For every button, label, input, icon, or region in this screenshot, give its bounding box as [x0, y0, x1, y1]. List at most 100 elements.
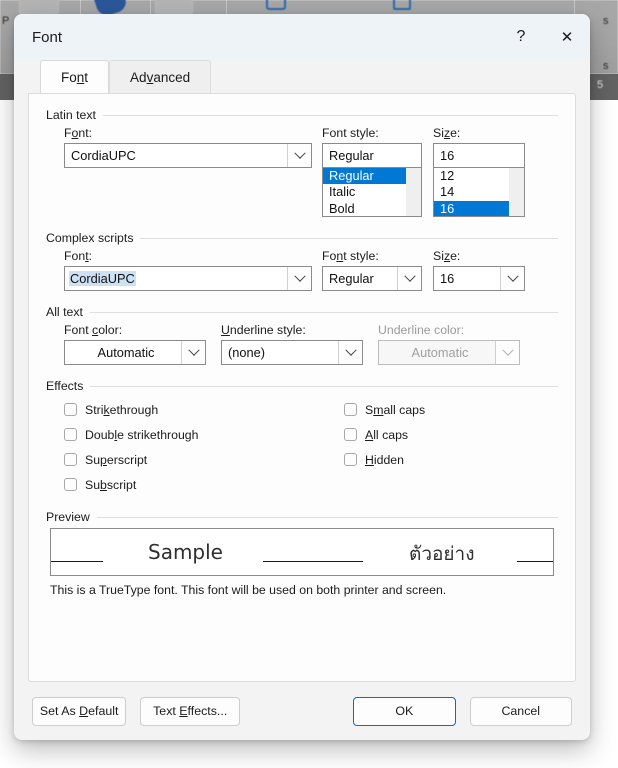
preview-latin-sample: Sample — [148, 540, 223, 564]
latin-size-input[interactable]: 16 — [433, 143, 525, 168]
ribbon-text: s — [603, 60, 609, 72]
group-latin-text: Latin text Font: CordiaUPC Font style: R… — [46, 108, 558, 217]
checkbox-strikethrough-label: Strikethrough — [85, 402, 159, 417]
list-item[interactable]: Italic — [323, 184, 406, 200]
preview-rule — [517, 561, 553, 562]
group-divider — [140, 237, 558, 239]
latin-size-label: Size: — [433, 126, 461, 140]
cs-font-combobox[interactable]: CordiaUPC — [64, 266, 312, 291]
checkbox-icon[interactable] — [64, 403, 77, 416]
font-color-combobox[interactable]: Automatic — [64, 340, 206, 365]
group-all-text: All text Font color: Automatic Underline… — [46, 305, 558, 365]
checkbox-icon[interactable] — [344, 453, 357, 466]
chevron-down-icon[interactable] — [338, 341, 362, 364]
list-item[interactable]: 16 — [434, 200, 509, 216]
titlebar-buttons: ? ✕ — [498, 14, 590, 60]
checkbox-subscript[interactable]: Subscript — [64, 472, 344, 497]
cs-font-value: CordiaUPC — [69, 271, 136, 286]
latin-font-combobox[interactable]: CordiaUPC — [64, 143, 312, 168]
underline-style-label: Underline style: — [221, 323, 306, 337]
checkbox-strikethrough[interactable]: Strikethrough — [64, 397, 344, 422]
chevron-down-icon[interactable] — [287, 267, 311, 290]
cancel-button[interactable]: Cancel — [469, 696, 572, 726]
group-divider — [89, 311, 558, 313]
latin-fontstyle-listbox[interactable]: Regular Italic Bold — [322, 168, 422, 217]
checkbox-icon[interactable] — [64, 478, 77, 491]
list-item[interactable]: Regular — [323, 168, 406, 185]
group-complex-scripts-title: Complex scripts — [46, 231, 134, 245]
checkbox-hidden[interactable]: Hidden — [344, 447, 544, 472]
dialog-footer: Set As Default Text Effects... OK Cancel — [14, 682, 590, 740]
dialog-title: Font — [32, 28, 63, 46]
list-item[interactable]: 12 — [434, 168, 509, 184]
cs-fontstyle-label: Font style: — [322, 249, 379, 263]
cs-fontstyle-combobox[interactable]: Regular — [322, 266, 422, 291]
close-icon[interactable]: ✕ — [544, 14, 590, 60]
underline-color-value: Automatic — [411, 345, 469, 360]
chevron-down-icon[interactable] — [397, 267, 421, 290]
group-preview-title: Preview — [46, 510, 90, 524]
checkbox-double-strikethrough[interactable]: Double strikethrough — [64, 422, 344, 447]
checkbox-superscript-label: Superscript — [85, 452, 148, 467]
ok-button[interactable]: OK — [353, 696, 456, 726]
checkbox-icon — [393, 0, 411, 10]
checkbox-small-caps[interactable]: Small caps — [344, 397, 544, 422]
underline-style-value: (none) — [228, 345, 265, 360]
checkbox-icon[interactable] — [64, 428, 77, 441]
group-divider — [96, 516, 558, 518]
tab-advanced[interactable]: Advanced — [109, 60, 212, 93]
group-latin-text-title: Latin text — [46, 108, 96, 122]
chevron-down-icon — [495, 341, 519, 364]
list-item[interactable]: 14 — [434, 184, 509, 200]
dialog-titlebar: Font ? ✕ — [14, 14, 590, 60]
checkbox-icon[interactable] — [344, 403, 357, 416]
latin-fontstyle-input[interactable]: Regular — [322, 143, 422, 168]
cs-size-value: 16 — [440, 271, 455, 286]
underline-color-label: Underline color: — [378, 323, 465, 337]
checkbox-all-caps[interactable]: All caps — [344, 422, 544, 447]
scrollbar[interactable] — [406, 168, 421, 216]
set-as-default-button[interactable]: Set As Default — [32, 696, 127, 726]
group-divider — [90, 385, 558, 387]
preview-rule — [263, 561, 363, 562]
underline-style-combobox[interactable]: (none) — [221, 340, 363, 365]
checkbox-subscript-label: Subscript — [85, 477, 137, 492]
font-color-value: Automatic — [97, 345, 155, 360]
font-preview: Sample ตัวอย่าง — [50, 528, 554, 576]
help-icon[interactable]: ? — [498, 14, 544, 60]
group-effects-title: Effects — [46, 379, 84, 393]
latin-fontstyle-options: Regular Italic Bold — [323, 168, 406, 216]
font-tab-panel: Latin text Font: CordiaUPC Font style: R… — [28, 93, 576, 682]
text-effects-button[interactable]: Text Effects... — [140, 696, 241, 726]
checkbox-superscript[interactable]: Superscript — [64, 447, 344, 472]
cs-size-combobox[interactable]: 16 — [433, 266, 525, 291]
checkbox-icon[interactable] — [344, 428, 357, 441]
chevron-down-icon[interactable] — [181, 341, 205, 364]
group-all-text-title: All text — [46, 305, 83, 319]
tab-font-label: Font — [61, 69, 89, 85]
font-color-label: Font color: — [64, 323, 123, 337]
text-effects-label: Text Effects... — [153, 704, 228, 718]
ribbon-button — [19, 0, 59, 14]
checkbox-small-caps-label: Small caps — [365, 402, 426, 417]
underline-color-combobox: Automatic — [378, 340, 520, 365]
latin-fontstyle-label: Font style: — [322, 126, 379, 140]
scrollbar[interactable] — [509, 168, 524, 216]
chevron-down-icon[interactable] — [500, 267, 524, 290]
list-item[interactable]: Bold — [323, 201, 406, 216]
cs-font-label: Font: — [64, 249, 93, 263]
chevron-down-icon[interactable] — [287, 144, 311, 167]
tab-font[interactable]: Font — [40, 60, 110, 93]
preview-complex-sample: ตัวอย่าง — [409, 543, 475, 565]
latin-size-listbox[interactable]: 12 14 16 — [433, 168, 525, 217]
checkbox-double-strikethrough-label: Double strikethrough — [85, 427, 199, 442]
preview-note: This is a TrueType font. This font will … — [50, 583, 447, 597]
ribbon-text: s — [603, 15, 609, 27]
checkbox-icon[interactable] — [64, 453, 77, 466]
cs-fontstyle-value: Regular — [329, 271, 374, 286]
group-effects: Effects Strikethrough Double strikethrou… — [46, 379, 558, 497]
preview-rule — [51, 561, 103, 562]
font-dialog: Font ? ✕ Font Advanced Latin text Font: — [14, 14, 590, 740]
set-as-default-label: Set As Default — [39, 704, 119, 718]
tab-strip: Font Advanced — [14, 60, 590, 93]
